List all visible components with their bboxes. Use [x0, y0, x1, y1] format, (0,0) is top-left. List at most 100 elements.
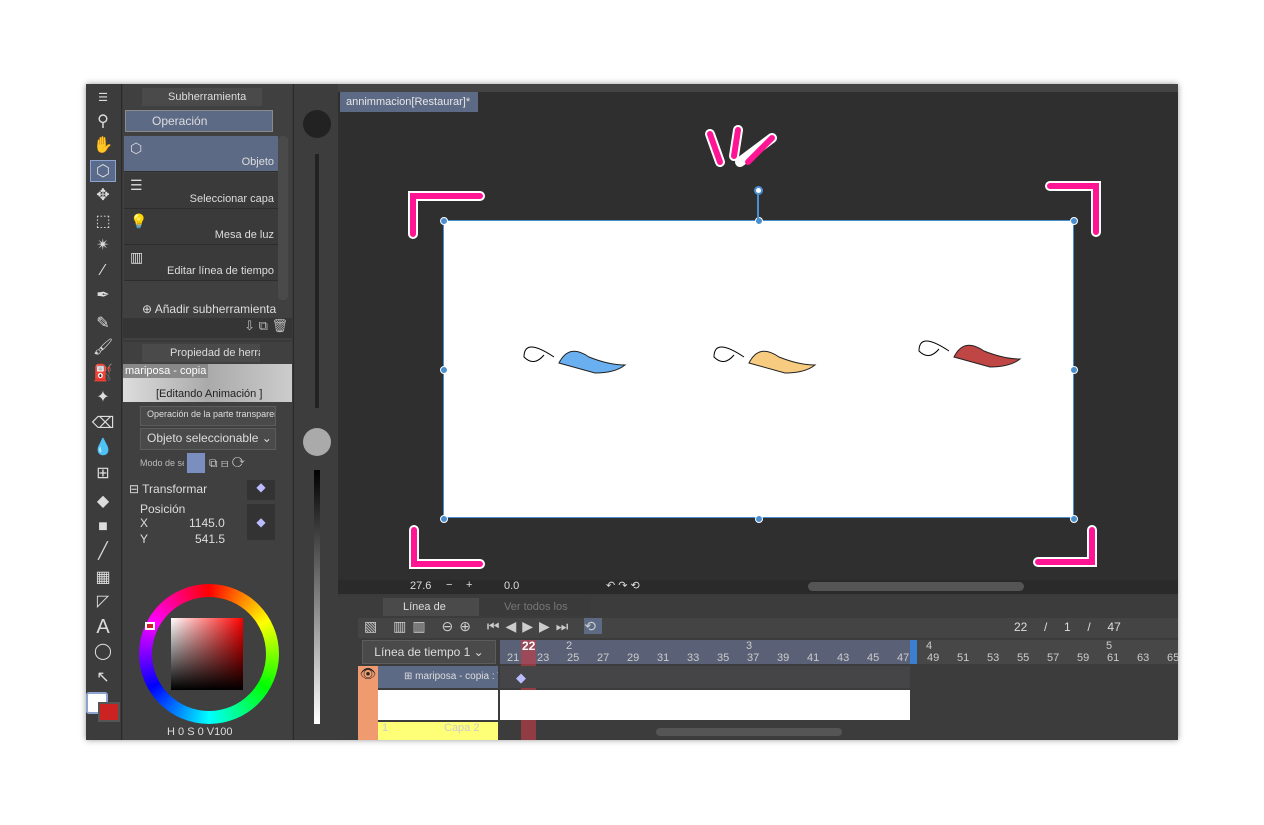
add-subtool-label: Añadir subherramienta	[154, 302, 277, 316]
timeline-scrollbar[interactable]	[656, 728, 842, 736]
playback-controls[interactable]: ⏮◀▶▶⏭	[487, 618, 575, 634]
selection-tool-icon[interactable]: ⬚	[90, 210, 116, 232]
zoom-in-button[interactable]: +	[466, 579, 472, 591]
butterfly-blue	[523, 346, 627, 374]
pencil-icon[interactable]: ✎	[90, 312, 116, 334]
all-sides-tab[interactable]: Ver todos los lados	[480, 598, 590, 631]
transform-label: Transformar	[142, 482, 208, 496]
position-label: Posición	[140, 502, 186, 516]
brush-icon[interactable]: 🖌	[90, 336, 116, 358]
handle[interactable]	[755, 515, 763, 523]
keyframe-icon[interactable]: ◆	[516, 670, 526, 686]
x-value-input[interactable]: 1145.0	[189, 516, 225, 530]
timeline-tab[interactable]: Línea de tiempo	[383, 598, 479, 631]
handle[interactable]	[1070, 366, 1078, 374]
horizontal-scrollbar[interactable]	[808, 582, 1024, 591]
saturation-value-square[interactable]	[171, 618, 243, 690]
visibility-eye-icon[interactable]: 👁	[358, 666, 378, 740]
duplicate-icon[interactable]: ⧉	[259, 318, 272, 333]
rotation-handle[interactable]	[754, 186, 763, 195]
frame-number: 53	[987, 652, 1000, 664]
second-marker: 3	[746, 640, 753, 652]
handle[interactable]	[1070, 217, 1078, 225]
brush-size-panel	[293, 84, 338, 740]
mode-buttons[interactable]: ⧉ ⊟ ⟳	[209, 456, 245, 471]
transparent-op-dropdown[interactable]: Operación de la parte transparente	[140, 406, 276, 426]
subtool-group-operacion[interactable]: Operación	[125, 110, 273, 132]
operation-tool-icon[interactable]: ⬡	[90, 160, 116, 182]
hsv-readout: H 0 S 0 V100	[167, 726, 233, 738]
pen-icon[interactable]: ✒	[90, 284, 116, 306]
eraser-icon[interactable]: ⌫	[90, 412, 116, 434]
trash-icon[interactable]: 🗑	[271, 318, 288, 333]
opacity-slider[interactable]	[314, 470, 320, 724]
zoom-icons[interactable]: ⊖⊕	[441, 618, 476, 634]
hue-marker[interactable]	[145, 622, 155, 630]
size-slider[interactable]	[315, 154, 319, 408]
decoration-icon[interactable]: ✦	[90, 386, 116, 408]
opacity-preview	[303, 428, 331, 456]
subtool-item-objeto[interactable]: ⬡ Objeto	[124, 136, 278, 172]
zoom-tool-icon[interactable]: ⚲	[90, 110, 116, 132]
end-marker[interactable]	[910, 640, 917, 664]
frame-icon[interactable]: ▦	[90, 566, 116, 588]
subtool-tab[interactable]: Subherramienta	[142, 88, 262, 106]
correct-line-icon[interactable]: ↖	[90, 666, 116, 688]
export-icon[interactable]: ⇩	[244, 318, 259, 333]
zoom-out-button[interactable]: −	[446, 579, 452, 591]
current-frame-label: 22	[522, 639, 536, 653]
selectable-object-dropdown[interactable]: Objeto seleccionable ⌄	[140, 428, 276, 450]
rotate-buttons[interactable]: ↶ ↷ ⟲	[606, 579, 640, 592]
fill-icon[interactable]: ◆	[90, 490, 116, 512]
timeline-select[interactable]: Línea de tiempo 1 ⌄	[362, 640, 496, 664]
ruler-icon[interactable]: ◸	[90, 590, 116, 612]
animation-canvas[interactable]	[440, 217, 1078, 523]
clip-studio-window: ☰ ⚲ ✋ ⬡ ✥ ⬚ ✴ ⁄ ✒ ✎ 🖌 ⛽ ✦ ⌫ 💧 ⊞ ◆ ■ ╱ ▦ …	[86, 84, 1178, 740]
track-row[interactable]	[500, 666, 910, 688]
gradient-icon[interactable]: ■	[90, 516, 116, 538]
navigator-bar: 27.6 − + 0.0 ↶ ↷ ⟲	[338, 579, 1178, 594]
balloon-icon[interactable]: ◯	[90, 640, 116, 662]
graph-icon[interactable]: ▧	[364, 618, 383, 634]
zoom-value[interactable]: 27.6	[410, 580, 431, 592]
cel-label: Capa 2	[444, 722, 480, 734]
frame-icon[interactable]: ▥▥	[393, 618, 431, 634]
airbrush-icon[interactable]: ⛽	[90, 362, 116, 384]
menu-icon[interactable]: ☰	[90, 86, 116, 108]
subtool-label: Mesa de luz	[214, 229, 274, 241]
handle[interactable]	[440, 217, 448, 225]
handle[interactable]	[440, 366, 448, 374]
hand-tool-icon[interactable]: ✋	[90, 134, 116, 156]
frame-number: 55	[1017, 652, 1030, 664]
tool-property-tab[interactable]: Propiedad de herran	[142, 344, 260, 362]
eyedropper-icon[interactable]: ⁄	[90, 260, 116, 282]
sub-color-swatch[interactable]	[98, 702, 120, 722]
magic-wand-icon[interactable]: ✴	[90, 234, 116, 256]
frame-number: 59	[1077, 652, 1090, 664]
timeline-track-header[interactable]: ⊞ mariposa - copia : Tra	[378, 666, 498, 688]
dropdown-value: Objeto seleccionable	[147, 431, 259, 445]
y-value-input[interactable]: 541.5	[195, 532, 225, 546]
mode-new-button[interactable]	[187, 453, 205, 473]
add-subtool-button[interactable]: ⊕ Añadir subherramienta	[142, 302, 276, 316]
handle[interactable]	[440, 515, 448, 523]
subtool-item-mesa-de-luz[interactable]: 💡 Mesa de luz	[124, 209, 278, 245]
transform-section[interactable]: ⊟ Transformar	[129, 482, 207, 496]
subtool-item-editar-linea[interactable]: ▥ Editar línea de tiempo	[124, 245, 278, 281]
document-tab[interactable]: annimmacion[Restaurar]* ●	[340, 92, 478, 128]
text-icon[interactable]: A	[90, 616, 116, 638]
subtool-scrollbar[interactable]	[278, 136, 288, 300]
keyframe-diamond-icon[interactable]: ◆	[247, 504, 275, 540]
line-icon[interactable]: ╱	[90, 540, 116, 562]
subtool-item-seleccionar-capa[interactable]: ☰ Seleccionar capa	[124, 173, 278, 209]
blend-icon[interactable]: 💧	[90, 436, 116, 458]
rotation-value[interactable]: 0.0	[504, 580, 519, 592]
frame-cels[interactable]	[500, 690, 910, 720]
move-tool-icon[interactable]: ✥	[90, 184, 116, 206]
loop-icon[interactable]: ⟲	[584, 618, 602, 634]
timeline-panel: Línea de tiempo Ver todos los lados ▧ ▥▥…	[338, 596, 1178, 740]
handle[interactable]	[1070, 515, 1078, 523]
mesh-icon[interactable]: ⊞	[90, 462, 116, 484]
keyframe-diamond-icon[interactable]: ◆	[247, 480, 275, 500]
frame-number: 65	[1167, 652, 1178, 664]
